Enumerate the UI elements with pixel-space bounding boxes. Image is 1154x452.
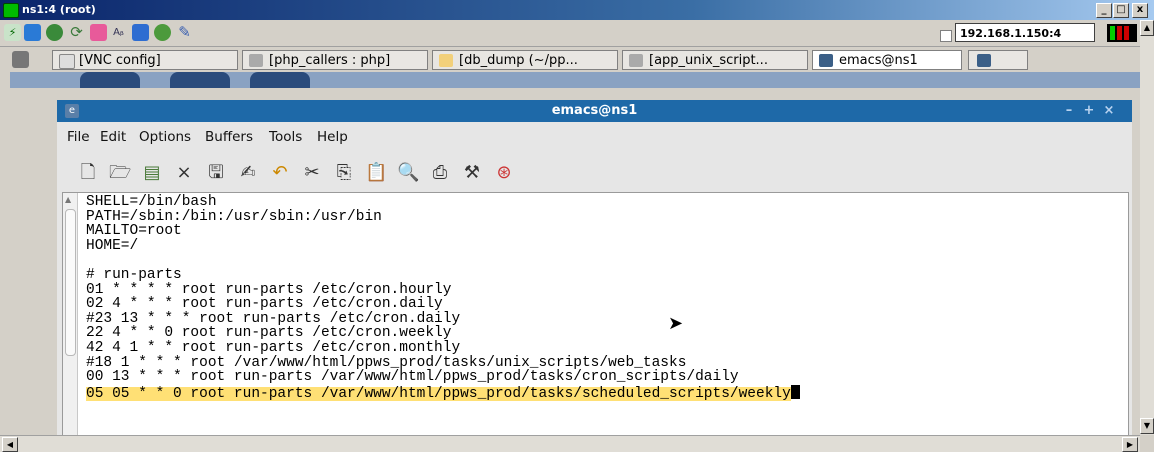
remote-taskbar: [VNC config] [php_callers : php] [db_dum…	[10, 48, 1140, 88]
preferences-icon[interactable]: ⚒	[461, 162, 483, 184]
window-icon	[59, 54, 75, 69]
cut-icon[interactable]: ✂	[301, 162, 323, 184]
task-app-unix-script[interactable]: [app_unix_script...	[622, 50, 808, 70]
text-cursor	[790, 384, 800, 399]
desktop-tab	[250, 72, 310, 88]
task-label: emacs@ns1	[839, 53, 918, 68]
code-line: 00 13 * * * root run-parts /var/www/html…	[86, 369, 739, 386]
scroll-left-button[interactable]: ◀	[2, 437, 18, 452]
kill-buffer-icon[interactable]: ×	[173, 162, 195, 184]
open-folder-icon[interactable]: 🗁	[109, 162, 131, 184]
task-label: [app_unix_script...	[649, 53, 768, 68]
paste-icon[interactable]: 📋	[365, 162, 387, 184]
copy-icon[interactable]: ⎘	[333, 162, 355, 184]
fullscreen-icon[interactable]	[24, 24, 41, 41]
vnc-titlebar: ns1:4 (root) _ □ x	[0, 0, 1154, 20]
buffer-text[interactable]: SHELL=/bin/bash PATH=/sbin:/bin:/usr/sbi…	[86, 194, 1126, 402]
code-line: 01 * * * * root run-parts /etc/cron.hour…	[86, 281, 452, 298]
remote-taskbar-tabs: [VNC config] [php_callers : php] [db_dum…	[10, 48, 1140, 72]
code-line: 22 4 * * 0 root run-parts /etc/cron.week…	[86, 325, 452, 342]
scroll-up-button[interactable]: ▲	[1140, 20, 1154, 36]
vnc-horizontal-scrollbar[interactable]: ◀ ▶	[0, 435, 1140, 452]
desktop-tab	[80, 72, 140, 88]
vnc-vertical-scrollbar[interactable]: ▲ ▼	[1140, 20, 1154, 435]
menu-bar: File Edit Options Buffers Tools Help	[57, 126, 1132, 148]
options-icon[interactable]	[46, 24, 63, 41]
menu-tools[interactable]: Tools	[269, 129, 302, 145]
emacs-close-icon[interactable]: ×	[1100, 103, 1118, 119]
task-blank[interactable]	[968, 50, 1028, 70]
terminal-icon	[629, 54, 643, 67]
code-line: #23 13 * * * root run-parts /etc/cron.da…	[86, 310, 461, 327]
emacs-title: emacs@ns1	[551, 103, 638, 118]
code-line: 02 4 * * * root run-parts /etc/cron.dail…	[86, 296, 443, 313]
vnc-app-icon	[3, 3, 19, 18]
task-label: [php_callers : php]	[269, 53, 391, 68]
mouse-pointer-icon: ➤	[668, 313, 684, 334]
maximize-button[interactable]: □	[1113, 3, 1129, 18]
address-checkbox[interactable]	[940, 30, 952, 42]
save-as-icon[interactable]: ✍	[237, 162, 259, 184]
desktop-tab	[170, 72, 230, 88]
emacs-minimize-icon[interactable]: –	[1060, 103, 1078, 119]
editor-scrollbar[interactable]: ▲	[63, 193, 78, 437]
scroll-thumb[interactable]	[65, 209, 76, 356]
undo-icon[interactable]: ↶	[269, 162, 291, 184]
terminal-icon	[249, 54, 263, 67]
status-indicator	[1107, 24, 1137, 42]
address-display: 192.168.1.150:4	[955, 23, 1095, 42]
emacs-titlebar: e emacs@ns1 – + ×	[57, 100, 1132, 122]
close-button[interactable]: x	[1132, 3, 1148, 18]
chat-icon[interactable]: ✎	[176, 24, 193, 41]
menu-options[interactable]: Options	[139, 129, 191, 145]
task-emacs[interactable]: emacs@ns1	[812, 50, 962, 70]
show-desktop-icon[interactable]	[12, 51, 29, 68]
new-file-icon[interactable]: 🗋	[77, 162, 99, 184]
menu-buffers[interactable]: Buffers	[205, 129, 253, 145]
scroll-right-button[interactable]: ▶	[1122, 437, 1138, 452]
vnc-toolbar: ⚡ ⟳ Aᵦ ✎ 192.168.1.150:4	[0, 20, 1154, 47]
scroll-down-button[interactable]: ▼	[1140, 418, 1154, 434]
task-label: [db_dump (~/pp...	[459, 53, 578, 68]
code-line: SHELL=/bin/bash	[86, 194, 217, 210]
vnc-window-title: ns1:4 (root)	[22, 3, 96, 16]
help-icon[interactable]: ⊛	[493, 162, 515, 184]
task-vnc-config[interactable]: [VNC config]	[52, 50, 238, 70]
emacs-window: e emacs@ns1 – + × File Edit Options Buff…	[57, 100, 1132, 440]
save-icon[interactable]: 🖫	[205, 162, 227, 184]
emacs-icon	[819, 54, 833, 67]
print-icon[interactable]: ⎙	[429, 162, 451, 184]
task-db-dump[interactable]: [db_dump (~/pp...	[432, 50, 618, 70]
search-icon[interactable]: 🔍	[397, 162, 419, 184]
code-line: MAILTO=root	[86, 223, 182, 240]
task-label: [VNC config]	[79, 53, 161, 68]
current-line: 05 05 * * 0 root run-parts /var/www/html…	[86, 385, 791, 402]
menu-edit[interactable]: Edit	[100, 129, 126, 145]
dired-icon[interactable]: ▤	[141, 162, 163, 184]
ctrl-key-icon[interactable]: Aᵦ	[110, 24, 127, 41]
code-line: # run-parts	[86, 266, 182, 283]
menu-file[interactable]: File	[67, 129, 90, 145]
minimize-button[interactable]: _	[1096, 3, 1112, 18]
code-line: HOME=/	[86, 237, 139, 254]
task-php-callers[interactable]: [php_callers : php]	[242, 50, 428, 70]
code-line: #18 1 * * * root /var/www/html/ppws_prod…	[86, 354, 687, 371]
editor-icon	[439, 54, 453, 67]
emacs-maximize-icon[interactable]: +	[1080, 103, 1098, 119]
menu-help[interactable]: Help	[317, 129, 348, 145]
emacs-icon	[977, 54, 991, 67]
transfer-icon[interactable]	[154, 24, 171, 41]
tool-bar: 🗋 🗁 ▤ × 🖫 ✍ ↶ ✂ ⎘ 📋 🔍 ⎙ ⚒ ⊛	[57, 158, 1132, 190]
connection-icon[interactable]: ⚡	[4, 24, 21, 41]
editor-buffer[interactable]: ▲ SHELL=/bin/bash PATH=/sbin:/bin:/usr/s…	[62, 192, 1129, 438]
refresh-icon[interactable]: ⟳	[68, 24, 85, 41]
code-line: PATH=/sbin:/bin:/usr/sbin:/usr/bin	[86, 208, 382, 225]
scroll-up-icon[interactable]: ▲	[65, 195, 71, 204]
alt-key-icon[interactable]	[132, 24, 149, 41]
code-line: 42 4 1 * * root run-parts /etc/cron.mont…	[86, 339, 461, 356]
ctrl-alt-del-icon[interactable]	[90, 24, 107, 41]
